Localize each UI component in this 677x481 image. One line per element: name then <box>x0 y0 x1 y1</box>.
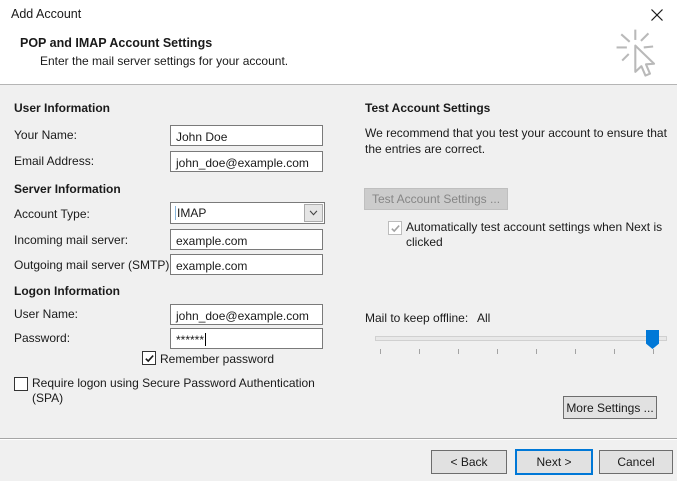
close-icon <box>651 9 663 21</box>
text-caret <box>175 206 176 220</box>
page-title: POP and IMAP Account Settings <box>20 36 213 50</box>
slider-tick <box>614 349 615 354</box>
spa-label[interactable]: Require logon using Secure Password Auth… <box>32 376 332 406</box>
mail-offline-slider-track[interactable] <box>375 336 667 341</box>
section-test-account-settings: Test Account Settings <box>365 101 491 115</box>
test-settings-description: We recommend that you test your account … <box>365 126 667 156</box>
combo-dropdown-button[interactable] <box>304 204 323 222</box>
test-account-settings-button[interactable]: Test Account Settings ... <box>364 188 508 210</box>
slider-tick <box>575 349 576 354</box>
chevron-down-icon <box>309 210 318 216</box>
outgoing-server-label: Outgoing mail server (SMTP): <box>14 258 173 272</box>
remember-password-label[interactable]: Remember password <box>160 352 274 366</box>
your-name-label: Your Name: <box>14 128 77 142</box>
email-address-label: Email Address: <box>14 154 95 168</box>
email-address-field[interactable]: john_doe@example.com <box>170 151 323 172</box>
slider-tick <box>653 349 654 354</box>
next-button[interactable]: Next > <box>515 449 593 475</box>
section-user-information: User Information <box>14 101 111 115</box>
spa-checkbox[interactable] <box>14 377 28 391</box>
slider-tick <box>497 349 498 354</box>
user-name-label: User Name: <box>14 307 79 321</box>
remember-password-checkbox[interactable] <box>142 351 156 365</box>
slider-tick <box>419 349 420 354</box>
section-server-information: Server Information <box>14 182 121 196</box>
mail-offline-label: Mail to keep offline: <box>365 311 469 325</box>
auto-test-checkbox[interactable] <box>388 221 402 235</box>
section-logon-information: Logon Information <box>14 284 120 298</box>
window-title: Add Account <box>11 7 82 21</box>
account-type-select[interactable]: IMAP <box>170 202 325 224</box>
slider-tick <box>536 349 537 354</box>
text-caret <box>205 333 207 346</box>
footer-separator <box>0 438 677 440</box>
your-name-field[interactable]: John Doe <box>170 125 323 146</box>
user-name-field[interactable]: john_doe@example.com <box>170 304 323 325</box>
password-label: Password: <box>14 331 71 345</box>
incoming-server-label: Incoming mail server: <box>14 233 129 247</box>
checkmark-icon <box>144 354 154 362</box>
incoming-server-field[interactable]: example.com <box>170 229 323 250</box>
slider-tick <box>380 349 381 354</box>
outgoing-server-field[interactable]: example.com <box>170 254 323 275</box>
more-settings-button[interactable]: More Settings ... <box>563 396 657 419</box>
back-button[interactable]: < Back <box>431 450 507 474</box>
account-type-label: Account Type: <box>14 207 90 221</box>
mail-offline-value: All <box>477 311 491 325</box>
mouse-pointer-starburst-icon <box>616 29 656 77</box>
checkmark-icon <box>390 224 400 232</box>
auto-test-label: Automatically test account settings when… <box>406 220 663 249</box>
page-subtitle: Enter the mail server settings for your … <box>40 54 289 68</box>
password-field[interactable]: ****** <box>170 328 323 349</box>
close-button[interactable] <box>646 4 668 26</box>
slider-tick <box>458 349 459 354</box>
add-account-dialog: Add Account POP and IMAP Account Setting… <box>0 0 677 481</box>
cancel-button[interactable]: Cancel <box>599 450 673 474</box>
